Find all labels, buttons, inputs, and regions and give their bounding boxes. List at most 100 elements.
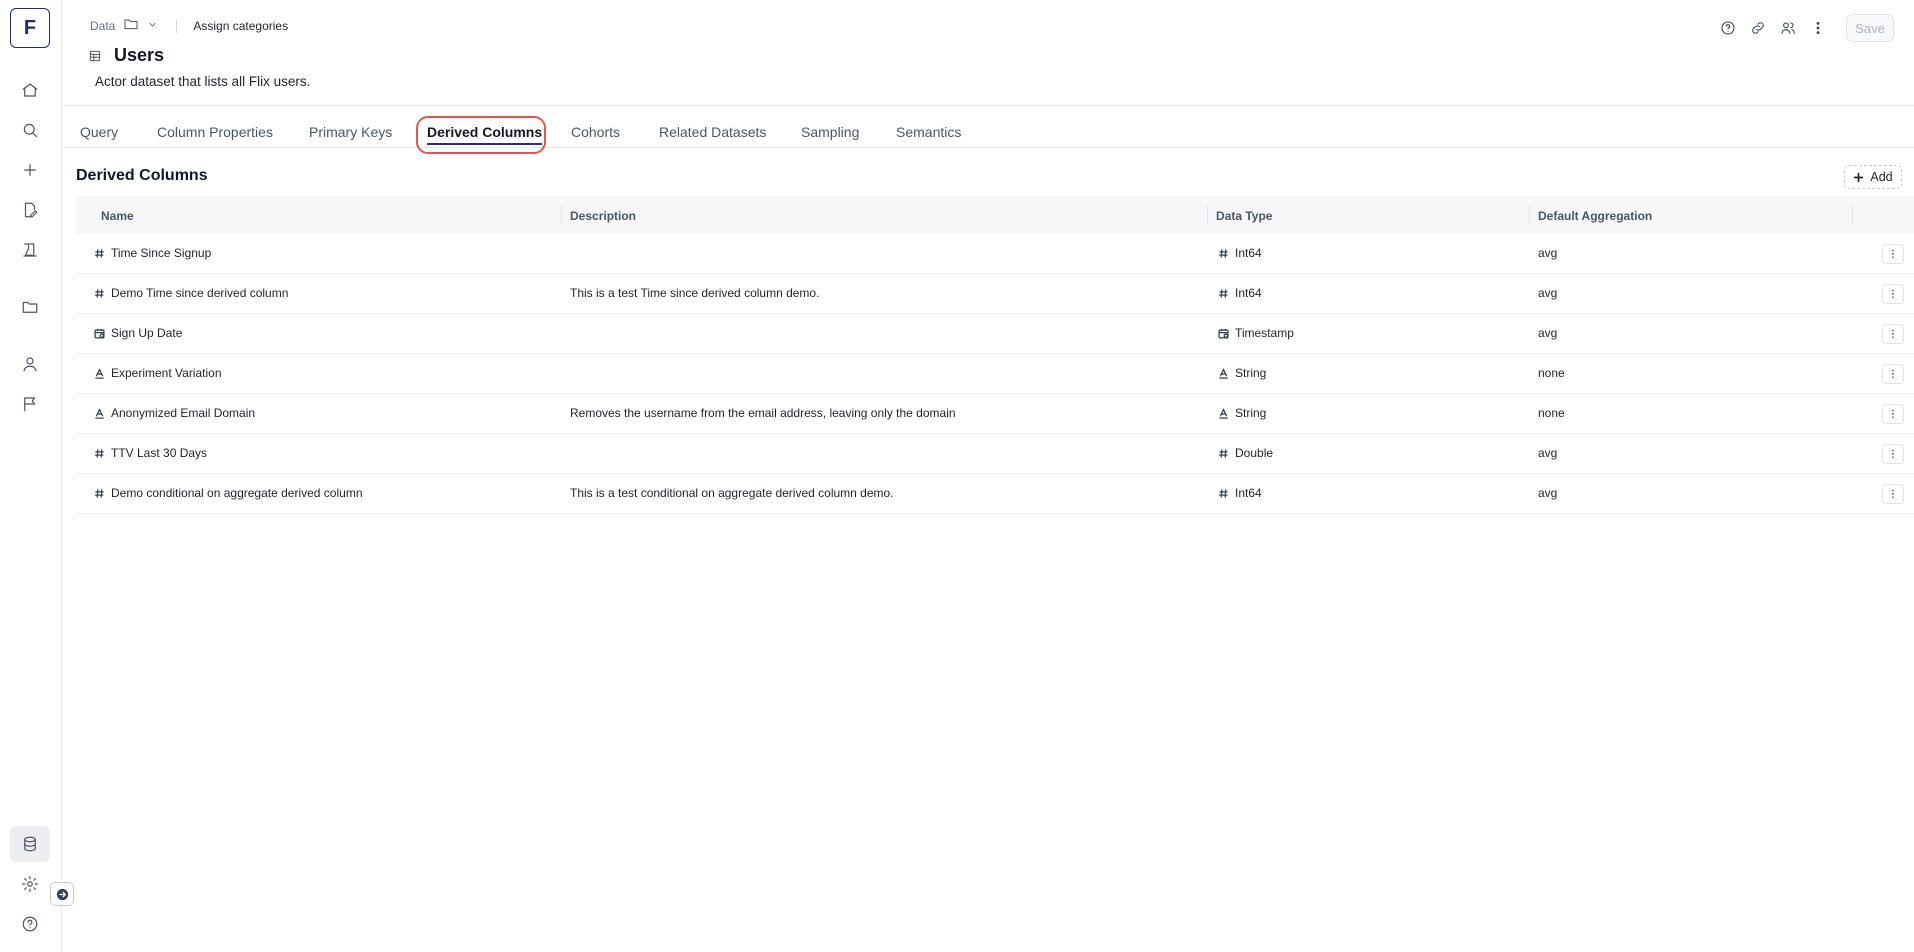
experiments-icon[interactable] bbox=[14, 234, 46, 266]
name-cell[interactable]: Demo Time since derived column bbox=[94, 286, 288, 300]
left-rail: F bbox=[0, 0, 62, 952]
aggregation-cell: none bbox=[1538, 406, 1565, 420]
plus-icon[interactable] bbox=[14, 154, 46, 186]
tab-derived-columns[interactable]: Derived Columns bbox=[427, 124, 543, 145]
breadcrumb-root[interactable]: Data bbox=[90, 19, 115, 33]
aggregation-cell: avg bbox=[1538, 446, 1558, 460]
column-divider bbox=[561, 205, 562, 225]
derived-columns-table: Name Description Data Type Default Aggre… bbox=[76, 196, 1914, 514]
data-type-label: Int64 bbox=[1235, 246, 1262, 260]
data-type-cell: String bbox=[1218, 366, 1266, 380]
row-actions-button[interactable] bbox=[1882, 324, 1904, 344]
column-name: Sign Up Date bbox=[111, 326, 183, 340]
tab-semantics[interactable]: Semantics bbox=[896, 124, 961, 140]
column-name: Demo conditional on aggregate derived co… bbox=[111, 486, 363, 500]
breadcrumb-divider bbox=[176, 18, 178, 33]
row-actions-button[interactable] bbox=[1882, 244, 1904, 264]
save-button[interactable]: Save bbox=[1846, 14, 1894, 42]
table-row[interactable]: Sign Up Date Timestamp avg bbox=[76, 314, 1914, 354]
tab-bar: Query Column Properties Primary Keys Der… bbox=[62, 106, 1914, 148]
data-type-label: Timestamp bbox=[1235, 326, 1294, 340]
column-divider bbox=[1207, 205, 1208, 225]
column-header-description[interactable]: Description bbox=[570, 209, 636, 223]
number-icon bbox=[1218, 288, 1229, 299]
tab-query[interactable]: Query bbox=[80, 124, 118, 140]
home-icon[interactable] bbox=[14, 74, 46, 106]
breadcrumb: Data Assign categories bbox=[90, 16, 288, 35]
table-row[interactable]: Demo conditional on aggregate derived co… bbox=[76, 474, 1914, 514]
arrow-right-circle-icon bbox=[55, 887, 70, 902]
folder-icon[interactable] bbox=[123, 16, 139, 35]
more-vertical-icon bbox=[1888, 409, 1898, 419]
data-type-label: Double bbox=[1235, 446, 1274, 460]
column-header-name[interactable]: Name bbox=[101, 209, 134, 223]
add-derived-column-button[interactable]: Add bbox=[1844, 165, 1902, 189]
row-actions-button[interactable] bbox=[1882, 404, 1904, 424]
help-icon[interactable] bbox=[14, 908, 46, 940]
data-type-cell: Int64 bbox=[1218, 486, 1262, 500]
name-cell[interactable]: Demo conditional on aggregate derived co… bbox=[94, 486, 363, 500]
section-title: Derived Columns bbox=[76, 167, 208, 184]
edit-document-icon[interactable] bbox=[14, 194, 46, 226]
string-icon bbox=[94, 367, 105, 379]
table-row[interactable]: TTV Last 30 Days Double avg bbox=[76, 434, 1914, 474]
tab-cohorts[interactable]: Cohorts bbox=[571, 124, 620, 140]
header-actions: Save bbox=[1720, 14, 1894, 42]
name-cell[interactable]: Time Since Signup bbox=[94, 246, 211, 260]
row-actions-button[interactable] bbox=[1882, 284, 1904, 304]
name-cell[interactable]: Anonymized Email Domain bbox=[94, 406, 255, 420]
column-divider bbox=[1529, 205, 1530, 225]
search-icon[interactable] bbox=[14, 114, 46, 146]
table-row[interactable]: Anonymized Email Domain Removes the usern… bbox=[76, 394, 1914, 434]
column-header-default-aggregation[interactable]: Default Aggregation bbox=[1538, 209, 1652, 223]
database-icon[interactable] bbox=[10, 826, 50, 862]
aggregation-cell: avg bbox=[1538, 286, 1558, 300]
row-actions-button[interactable] bbox=[1882, 444, 1904, 464]
table-row[interactable]: Time Since Signup Int64 avg bbox=[76, 234, 1914, 274]
page-subtitle: Actor dataset that lists all Flix users. bbox=[95, 74, 311, 89]
column-header-data-type[interactable]: Data Type bbox=[1216, 209, 1272, 223]
column-name: TTV Last 30 Days bbox=[111, 446, 208, 460]
aggregation-cell: avg bbox=[1538, 246, 1558, 260]
tab-column-properties[interactable]: Column Properties bbox=[157, 124, 273, 140]
data-type-label: String bbox=[1235, 406, 1267, 420]
number-icon bbox=[94, 288, 105, 299]
name-cell[interactable]: Experiment Variation bbox=[94, 366, 222, 380]
table-row[interactable]: Demo Time since derived column This is a … bbox=[76, 274, 1914, 314]
string-icon bbox=[94, 407, 105, 419]
description-cell: This is a test conditional on aggregate … bbox=[570, 486, 894, 500]
tab-primary-keys[interactable]: Primary Keys bbox=[309, 124, 392, 140]
description-cell: This is a test Time since derived column… bbox=[570, 286, 820, 300]
link-icon[interactable] bbox=[1750, 20, 1766, 36]
folder-icon[interactable] bbox=[14, 291, 46, 323]
description-cell: Removes the username from the email addr… bbox=[570, 406, 956, 420]
number-icon bbox=[1218, 488, 1229, 499]
row-actions-button[interactable] bbox=[1882, 484, 1904, 504]
column-name: Time Since Signup bbox=[111, 246, 212, 260]
name-cell[interactable]: TTV Last 30 Days bbox=[94, 446, 207, 460]
row-actions-button[interactable] bbox=[1882, 364, 1904, 384]
calendar-icon bbox=[94, 328, 105, 339]
chevron-down-icon[interactable] bbox=[147, 19, 158, 33]
flag-icon[interactable] bbox=[14, 388, 46, 420]
app-logo[interactable]: F bbox=[10, 8, 50, 48]
assign-categories-link[interactable]: Assign categories bbox=[193, 19, 288, 33]
expand-sidebar-button[interactable] bbox=[50, 882, 74, 906]
table-row[interactable]: Experiment Variation String none bbox=[76, 354, 1914, 394]
string-icon bbox=[1218, 407, 1229, 419]
tab-related-datasets[interactable]: Related Datasets bbox=[659, 124, 766, 140]
help-icon[interactable] bbox=[1720, 20, 1736, 36]
more-vertical-icon bbox=[1888, 329, 1898, 339]
data-type-label: String bbox=[1235, 366, 1267, 380]
gear-icon[interactable] bbox=[14, 868, 46, 900]
tab-sampling[interactable]: Sampling bbox=[801, 124, 859, 140]
calendar-icon bbox=[1218, 328, 1229, 339]
number-icon bbox=[94, 488, 105, 499]
name-cell[interactable]: Sign Up Date bbox=[94, 326, 182, 340]
user-icon[interactable] bbox=[14, 348, 46, 380]
users-icon[interactable] bbox=[1780, 20, 1796, 36]
number-icon bbox=[94, 248, 105, 259]
more-vertical-icon[interactable] bbox=[1810, 20, 1826, 36]
number-icon bbox=[94, 448, 105, 459]
page-title: Users bbox=[114, 45, 165, 65]
